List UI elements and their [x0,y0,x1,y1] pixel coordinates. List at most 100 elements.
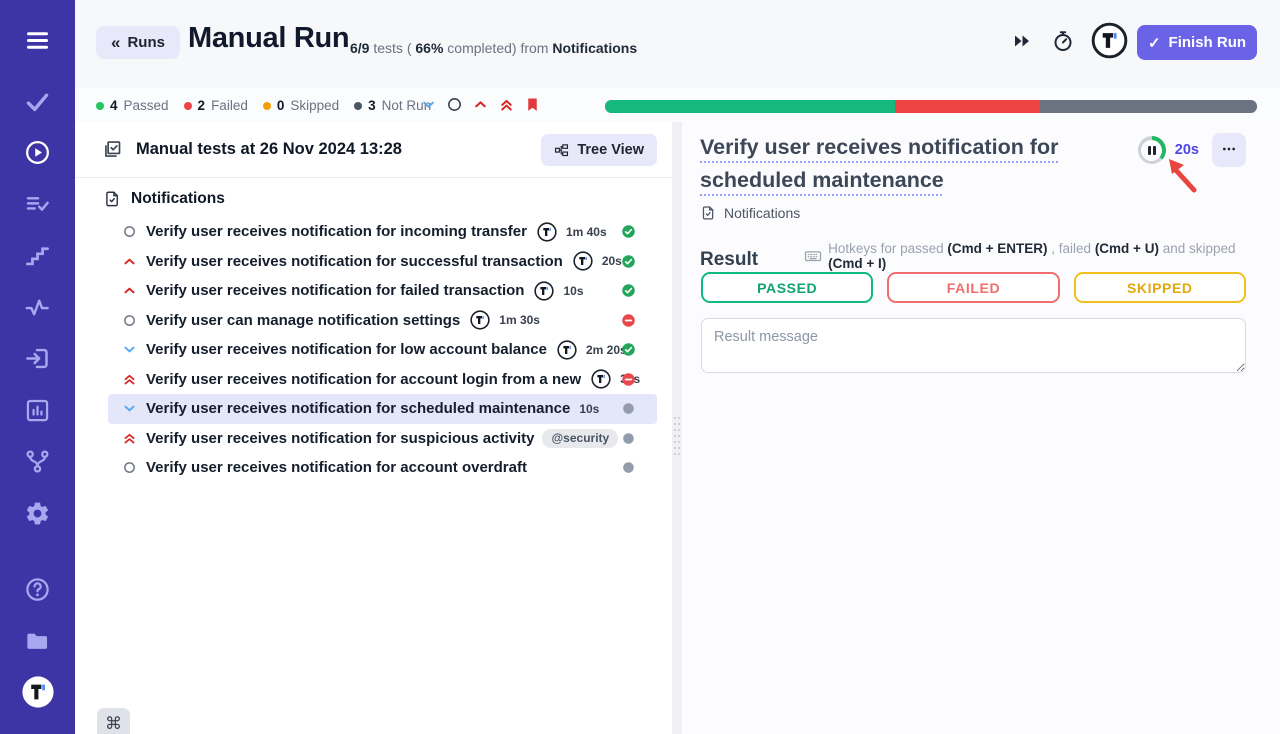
test-row[interactable]: Verify user receives notification for lo… [108,335,657,365]
file-check-icon [700,205,716,221]
run-progress-bar [605,100,1257,113]
test-title: Verify user receives notification for in… [146,223,527,240]
result-skipped-button[interactable]: SKIPPED [1074,272,1246,303]
sidebar-item-branch[interactable] [0,448,75,475]
test-detail-panel: Verify user receives notification for sc… [682,122,1280,734]
count-value: 0 [277,98,285,113]
test-title: Verify user receives notification for su… [146,253,563,270]
tlogo-icon[interactable] [1091,22,1128,59]
file-check-icon [103,190,121,208]
sidebar-item-menu[interactable] [0,27,75,54]
testomat-badge-icon [534,281,554,301]
result-message-input[interactable] [701,318,1246,373]
finish-run-button[interactable]: ✓ Finish Run [1137,25,1257,60]
priority-low-icon [122,401,137,416]
filter-bookmark-icon[interactable] [524,96,541,113]
sidebar-item-help[interactable] [0,576,75,603]
priority-critical-icon [122,431,137,446]
result-passed-button[interactable]: PASSED [701,272,873,303]
count-label: Passed [124,98,169,113]
tree-view-button[interactable]: Tree View [541,134,657,166]
count-skipped: 0 Skipped [263,98,339,113]
filter-double-chevron-up-icon[interactable] [498,96,515,113]
test-list-panel: Manual tests at 26 Nov 2024 13:28 Tree V… [75,122,672,734]
panel-resize-handle[interactable] [672,122,682,734]
sidebar-item-list-check[interactable] [0,191,75,218]
priority-low-icon [122,342,137,357]
sidebar-item-stairs[interactable] [0,242,75,269]
folder-icon [24,628,51,655]
test-row[interactable]: Verify user receives notification for ac… [108,365,657,395]
count-value: 4 [110,98,118,113]
tree-view-icon [554,143,569,158]
test-row[interactable]: Verify user can manage notification sett… [108,306,657,336]
pause-timer-button[interactable] [1138,136,1166,164]
breadcrumb-label: Notifications [724,205,800,221]
sidebar-item-check[interactable] [0,88,75,115]
sidebar-item-play-circle[interactable] [0,139,75,166]
tag-badge[interactable]: @security [542,429,618,448]
testomat-logo-icon [21,675,55,709]
testomat-badge-icon [537,222,557,242]
filter-circle-icon[interactable] [446,96,463,113]
count-label: Failed [211,98,248,113]
progress-segment [895,100,1040,113]
filter-chevron-down-icon[interactable] [420,96,437,113]
sidebar-item-folder[interactable] [0,628,75,655]
folder-label: Notifications [131,190,225,208]
test-detail-title[interactable]: Verify user receives notification for sc… [700,131,1082,197]
folder-row-notifications[interactable]: Notifications [75,182,672,217]
duration-label: 10s [579,402,599,416]
test-title: Verify user receives notification for sc… [146,400,570,417]
priority-normal-icon [122,460,137,475]
pause-icon [1141,140,1162,161]
command-key-badge[interactable]: ⌘ [97,708,130,734]
result-failed-button[interactable]: FAILED [887,272,1059,303]
sidebar-logo[interactable] [0,675,75,709]
file-check-icon [700,205,716,221]
help-icon [24,576,51,603]
sidebar-item-bar-chart[interactable] [0,397,75,424]
testomat-badge-icon [573,251,593,271]
list-check-icon [24,191,51,218]
test-title: Verify user can manage notification sett… [146,312,460,329]
status-notrun-icon [621,401,636,416]
runs-back-button[interactable]: « Runs [96,26,180,59]
hotkeys-text: Hotkeys for passed (Cmd + ENTER) , faile… [828,241,1246,271]
status-passed-icon [621,283,636,298]
count-passed: 4 Passed [96,98,169,113]
test-row[interactable]: Verify user receives notification for fa… [108,276,657,306]
priority-critical-icon [122,372,137,387]
status-counts: 4Passed2Failed0Skipped3Not Run [96,98,431,113]
test-row[interactable]: Verify user receives notification for su… [108,247,657,277]
checklist-icon [102,139,123,160]
filter-chevron-up-icon[interactable] [472,96,489,113]
page-title: Manual Run [188,22,349,55]
test-title: Verify user receives notification for su… [146,430,534,447]
breadcrumb[interactable]: Notifications [700,205,800,221]
test-row[interactable]: Verify user receives notification for in… [108,217,657,247]
sidebar [0,0,75,734]
status-notrun-icon [621,431,636,446]
status-dot [184,102,192,110]
test-row[interactable]: Verify user receives notification for sc… [108,394,657,424]
count-value: 2 [198,98,206,113]
test-row[interactable]: Verify user receives notification for su… [108,424,657,454]
run-title-row: Manual tests at 26 Nov 2024 13:28 [102,139,402,160]
sidebar-item-import[interactable] [0,345,75,372]
status-passed-icon [621,342,636,357]
count-label: Skipped [290,98,339,113]
run-title: Manual tests at 26 Nov 2024 13:28 [136,140,402,159]
subtitle-part: completed) from [443,40,552,56]
timer-cluster: 20s [1138,133,1246,167]
tree-view-icon [554,143,569,158]
more-options-button[interactable] [1212,133,1246,167]
ellipsis-icon [1221,141,1237,160]
testomat-badge-icon [591,369,611,389]
test-row[interactable]: Verify user receives notification for ac… [108,453,657,483]
sidebar-item-gear[interactable] [0,500,75,527]
fast-forward-icon[interactable] [1011,29,1035,53]
count-failed: 2 Failed [184,98,248,113]
sidebar-item-activity[interactable] [0,294,75,321]
stopwatch-icon[interactable] [1051,29,1075,53]
